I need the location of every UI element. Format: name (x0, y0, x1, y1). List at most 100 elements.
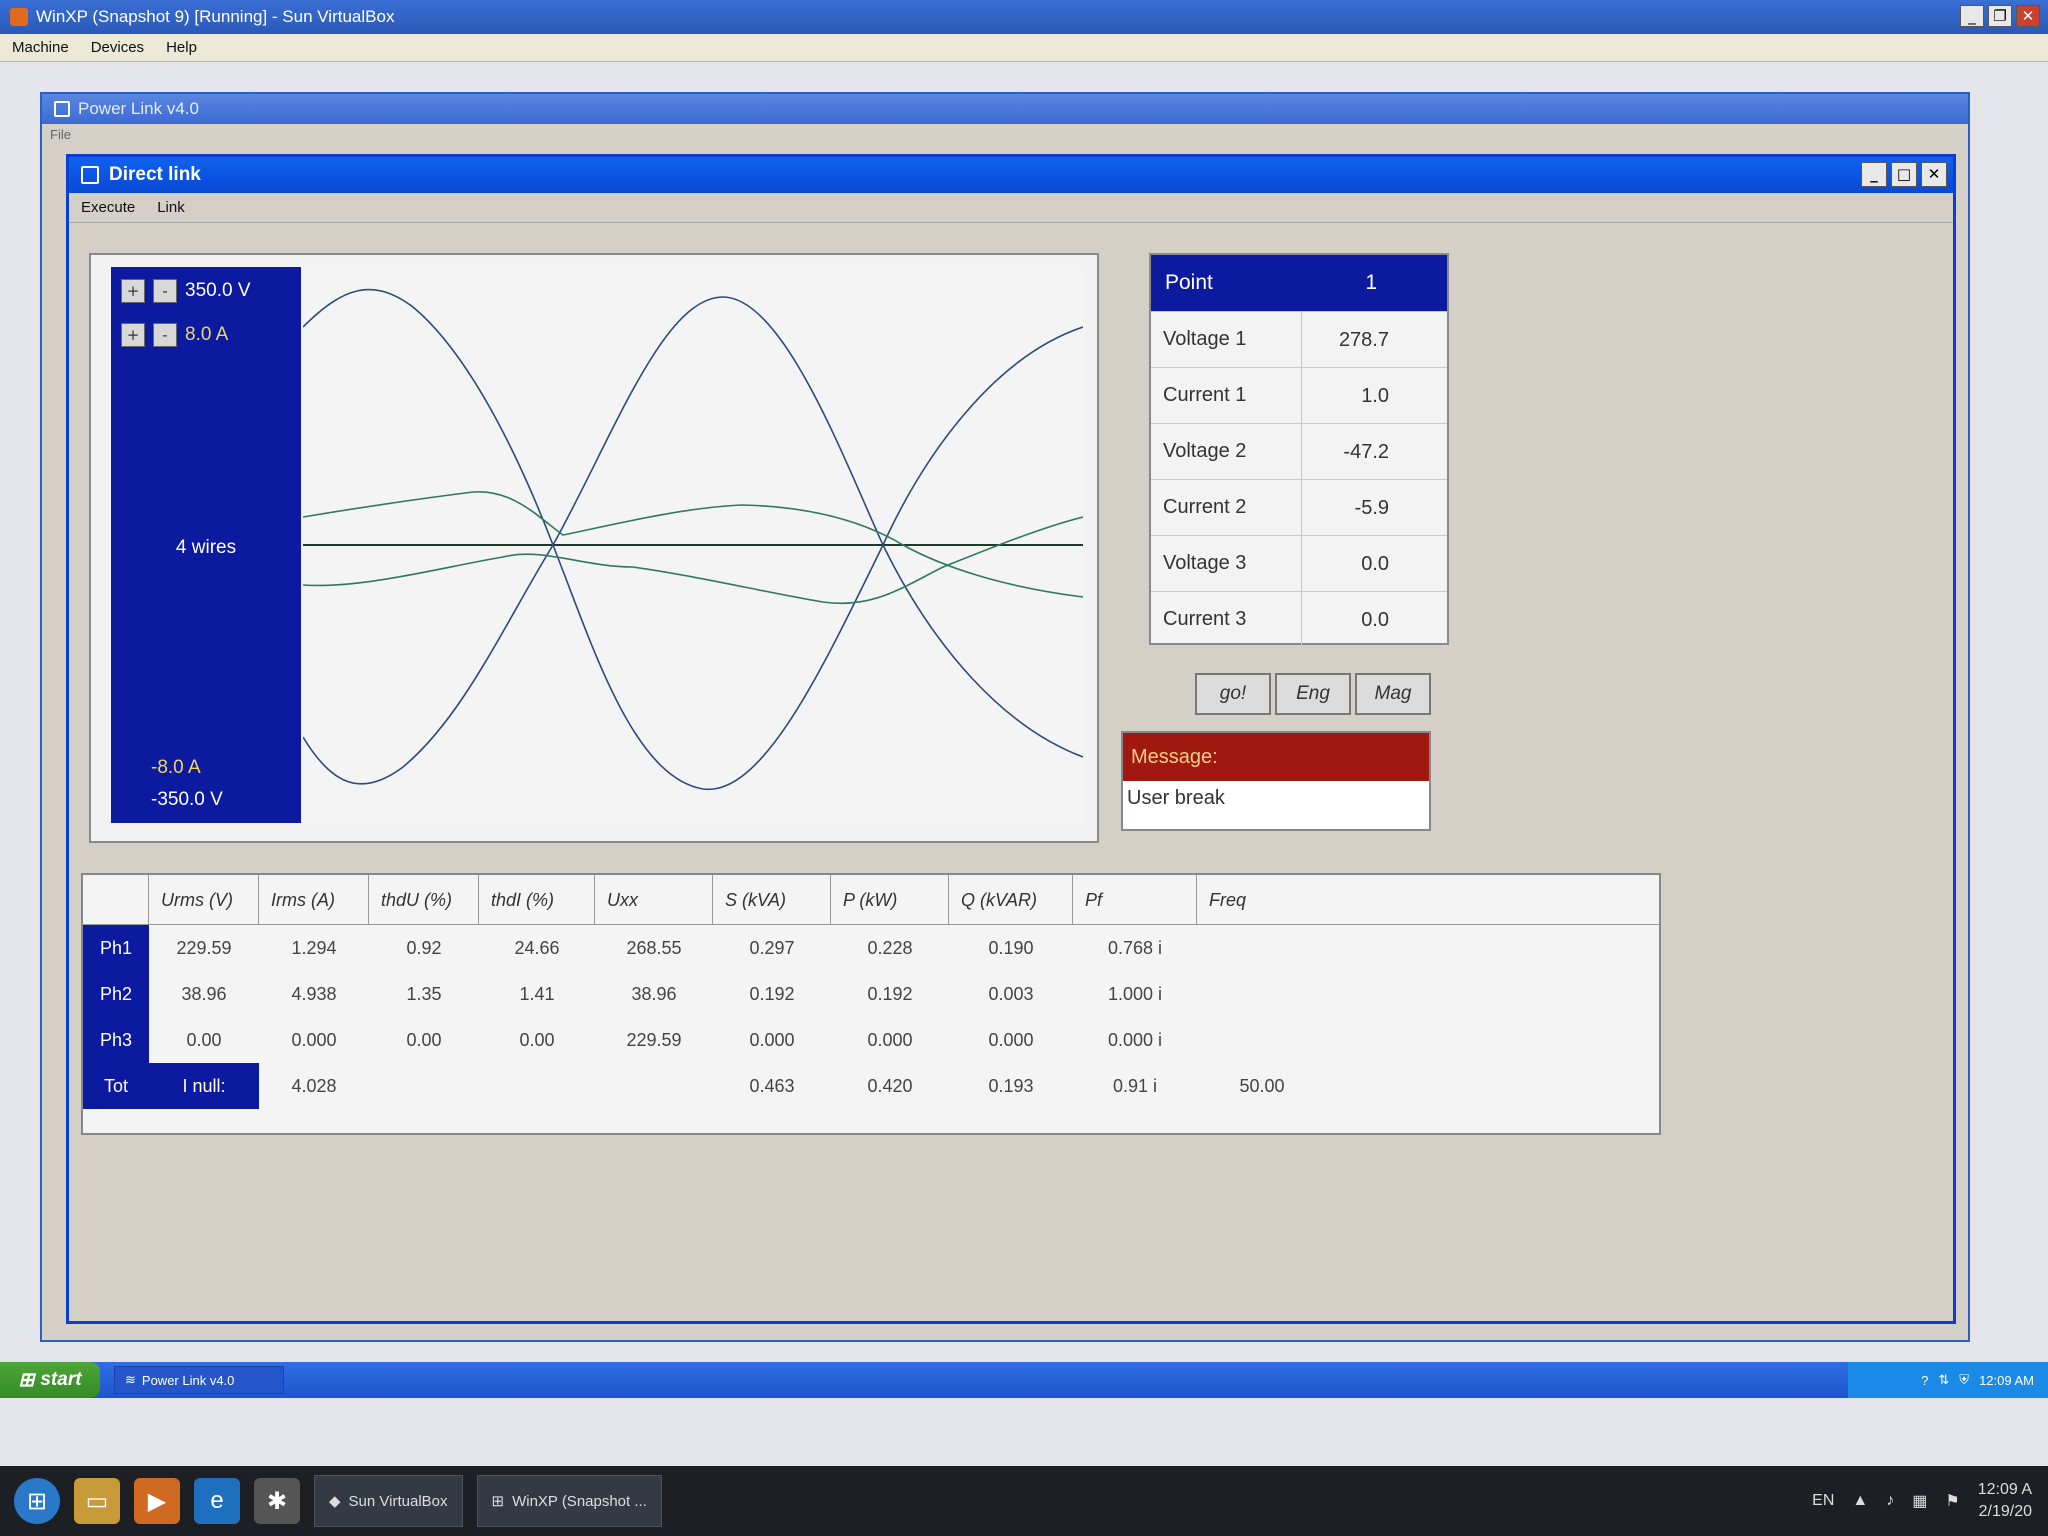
action-center-flag-icon[interactable]: ⚑ (1945, 1491, 1959, 1511)
vbox-close-button[interactable]: ✕ (2016, 5, 2040, 27)
table-cell: 0.00 (186, 1029, 222, 1050)
point-row-value: 0.0 (1301, 536, 1447, 591)
table-cell: 0.192 (749, 983, 795, 1004)
voltage-scale-plus-button[interactable]: + (121, 279, 145, 303)
table-cell: 0.193 (988, 1075, 1034, 1096)
point-row-label: Voltage 2 (1163, 440, 1247, 462)
guest-taskbar: ⊞ start ≋ Power Link v4.0 ? ⇅ ⛨ 12:09 AM (0, 1362, 2048, 1398)
directlink-close-button[interactable]: ✕ (1921, 162, 1947, 187)
media-player-icon[interactable]: ▶ (134, 1478, 180, 1524)
show-hidden-icons-icon[interactable]: ▲ (1852, 1492, 1868, 1510)
point-row-label: Current 3 (1163, 608, 1247, 630)
point-row-label: Current 2 (1163, 496, 1247, 518)
point-row-value: 278.7 (1301, 312, 1447, 367)
waveform-svg (302, 288, 1084, 790)
point-row-value: -5.9 (1301, 480, 1447, 535)
virtualbox-cube-icon: ◆ (329, 1493, 341, 1510)
vbox-title: WinXP (Snapshot 9) [Running] - Sun Virtu… (36, 7, 395, 26)
table-cell: 38.96 (181, 983, 227, 1004)
windows-orb-icon[interactable]: ⊞ (14, 1478, 60, 1524)
directlink-maximize-button[interactable]: □ (1891, 162, 1917, 187)
table-cell: 0.00 (406, 1029, 442, 1050)
table-cell: 24.66 (514, 937, 560, 958)
table-cell: 0.463 (749, 1075, 795, 1096)
point-row-value: -47.2 (1301, 424, 1447, 479)
taskbar-app-winxp[interactable]: ⊞ WinXP (Snapshot ... (476, 1475, 662, 1527)
voltage-scale-minus-button[interactable]: - (153, 279, 177, 303)
directlink-title: Direct link (109, 164, 201, 185)
windows-flag-icon: ⊞ (18, 1369, 35, 1391)
phase-label: Ph2 (83, 971, 149, 1017)
help-icon[interactable]: ? (1921, 1373, 1928, 1388)
column-header: S (kVA) (713, 875, 831, 924)
screen: WinXP (Snapshot 9) [Running] - Sun Virtu… (0, 0, 2048, 1536)
volume-icon[interactable]: ♪ (1886, 1492, 1894, 1510)
go-button[interactable]: go! (1195, 673, 1271, 715)
vbox-minimize-button[interactable]: _ (1960, 5, 1984, 27)
guest-system-tray: ? ⇅ ⛨ 12:09 AM (1848, 1362, 2048, 1398)
table-cell: 1.41 (519, 983, 555, 1004)
table-cell: 0.91 i (1112, 1075, 1158, 1096)
table-cell: 0.000 (291, 1029, 337, 1050)
table-cell: 1.000 i (1107, 983, 1163, 1004)
current-scale-plus-button[interactable]: + (121, 323, 145, 347)
column-header: thdU (%) (369, 875, 479, 924)
current2-trace (302, 516, 1084, 605)
directlink-title-bar[interactable]: Direct link _ □ ✕ (69, 157, 1953, 193)
table-row: Ph3 0.00 0.000 0.00 0.00 229.59 0.000 0.… (83, 1017, 1659, 1063)
table-row: Ph1 229.59 1.294 0.92 24.66 268.55 0.297… (83, 925, 1659, 971)
menu-devices[interactable]: Devices (91, 39, 144, 56)
phase-label: Ph1 (83, 925, 149, 971)
menu-help[interactable]: Help (166, 39, 197, 56)
current-scale-minus-button[interactable]: - (153, 323, 177, 347)
taskbar-app-virtualbox[interactable]: ◆ Sun VirtualBox (314, 1475, 463, 1527)
point-row-label: Voltage 3 (1163, 552, 1247, 574)
directlink-minimize-button[interactable]: _ (1861, 162, 1887, 187)
menu-machine[interactable]: Machine (12, 39, 69, 56)
table-cell: 38.96 (631, 983, 677, 1004)
table-header: Urms (V) Irms (A) thdU (%) thdI (%) Uxx … (83, 875, 1659, 925)
powerlink-menu-file[interactable]: File (42, 124, 1968, 146)
vbox-menu-bar: Machine Devices Help (0, 34, 2048, 62)
column-header: Pf (1073, 875, 1197, 924)
table-cell: 0.297 (749, 937, 795, 958)
guest-clock: 12:09 AM (1979, 1372, 2034, 1388)
table-cell: 0.92 (406, 937, 442, 958)
point-number: 1 (1365, 271, 1377, 294)
point-row-label: Voltage 1 (1163, 328, 1247, 350)
wiring-mode: 4 wires (175, 537, 237, 558)
menu-link[interactable]: Link (157, 199, 185, 216)
mag-button[interactable]: Mag (1355, 673, 1431, 715)
virtualbox-icon (10, 8, 28, 26)
point-row-value: 0.0 (1301, 592, 1447, 647)
message-text: User break (1127, 787, 1225, 809)
powerlink-logo-icon (54, 101, 70, 117)
folder-icon[interactable]: ▭ (74, 1478, 120, 1524)
inull-label: I null: (149, 1063, 259, 1109)
network-tool-icon[interactable]: ✱ (254, 1478, 300, 1524)
powerlink-title-bar[interactable]: Power Link v4.0 (42, 94, 1968, 124)
column-header: thdI (%) (479, 875, 595, 924)
start-button[interactable]: ⊞ start (0, 1362, 100, 1398)
table-cell: 0.190 (988, 937, 1034, 958)
directlink-window: Direct link _ □ ✕ Execute Link + - 350.0… (66, 154, 1956, 1324)
host-clock[interactable]: 12:09 A 2/19/20 (1978, 1479, 2032, 1523)
language-indicator[interactable]: EN (1812, 1492, 1834, 1510)
menu-execute[interactable]: Execute (81, 199, 135, 216)
voltage-scale-max: 350.0 V (185, 280, 251, 301)
column-header: P (kW) (831, 875, 949, 924)
table-cell: 229.59 (176, 937, 232, 958)
current-scale-min: -8.0 A (151, 757, 201, 778)
network-icon[interactable]: ⇅ (1938, 1372, 1949, 1388)
taskbar-app-powerlink[interactable]: ≋ Power Link v4.0 (114, 1366, 284, 1394)
column-header: Urms (V) (149, 875, 259, 924)
vbox-restore-button[interactable]: ❐ (1988, 5, 2012, 27)
voltage1-trace (302, 288, 1084, 790)
host-date: 2/19/20 (1978, 1503, 2032, 1520)
eng-button[interactable]: Eng (1275, 673, 1351, 715)
shield-icon[interactable]: ⛨ (1959, 1372, 1969, 1388)
internet-explorer-icon[interactable]: e (194, 1478, 240, 1524)
point-row: Voltage 1 278.7 (1151, 311, 1447, 367)
network-icon[interactable]: ▦ (1912, 1491, 1927, 1511)
column-header: Freq (1209, 890, 1247, 910)
